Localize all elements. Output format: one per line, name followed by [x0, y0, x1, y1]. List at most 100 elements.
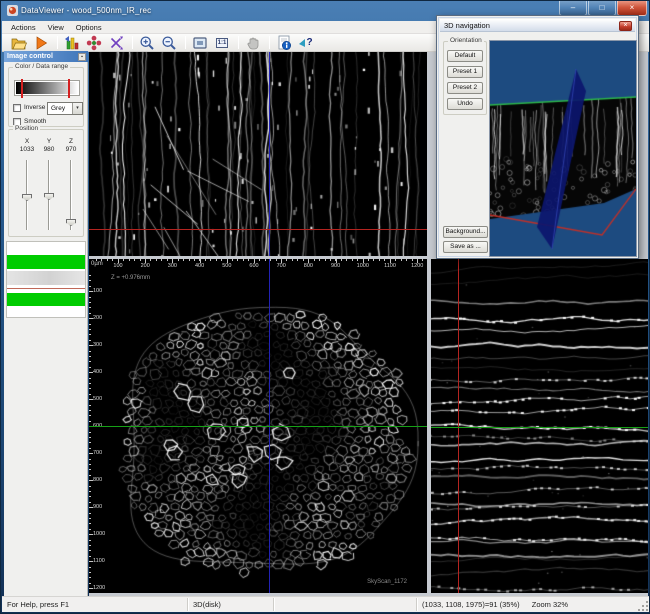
- zoom-in-icon: [139, 35, 155, 51]
- dataset-preview: [6, 241, 86, 318]
- menu-actions[interactable]: Actions: [5, 22, 42, 33]
- panel-menu-icon: ▪: [81, 54, 83, 60]
- preview-highlight-top: [7, 255, 85, 269]
- sagittal-slice-image[interactable]: [89, 52, 427, 256]
- color-range-label: Color / Data range: [13, 63, 70, 70]
- smooth-label: Smooth: [24, 118, 46, 125]
- maximize-icon: □: [600, 3, 605, 12]
- image-control-panel: Image control ▪ Color / Data range Inver…: [4, 51, 88, 596]
- ruler-origin-label: 0µm: [91, 261, 103, 267]
- axis-z-value: 970: [61, 146, 81, 153]
- range-max-marker[interactable]: [68, 79, 70, 98]
- inverse-checkbox[interactable]: [13, 104, 21, 112]
- maximize-button[interactable]: □: [588, 1, 616, 16]
- dataset-info-button[interactable]: [274, 35, 294, 51]
- zoom-out-icon: [161, 35, 177, 51]
- position-label: Position: [13, 125, 40, 132]
- orientation-undo-button[interactable]: Undo: [447, 98, 483, 110]
- axis-x-value: 1033: [17, 146, 37, 153]
- panel-title: Image control: [7, 53, 53, 60]
- open-dataset-icon: [11, 35, 27, 51]
- menu-view[interactable]: View: [42, 22, 70, 33]
- resize-grip[interactable]: [638, 600, 649, 611]
- position-group: Position X Y Z 1033 980 970: [8, 129, 84, 237]
- nav3d-viewport[interactable]: [489, 40, 637, 257]
- window-title: DataViewer - wood_500nm_IR_rec: [21, 6, 151, 15]
- load-images-button[interactable]: [62, 35, 82, 51]
- play-button[interactable]: [31, 35, 51, 51]
- axes-icon: [108, 35, 124, 51]
- orientation-preset1-button[interactable]: Preset 1: [447, 66, 483, 78]
- context-help-button[interactable]: ?: [296, 35, 316, 51]
- status-help: For Help, press F1: [2, 598, 188, 611]
- actual-size-icon: 1:1: [216, 38, 229, 48]
- nav3d-titlebar: 3D navigation ×: [440, 19, 635, 32]
- axis-x-label: X: [17, 138, 37, 145]
- roi-3d-button[interactable]: [84, 35, 104, 51]
- axes-button[interactable]: [106, 35, 126, 51]
- close-icon: ×: [623, 22, 627, 29]
- panel-menu-button[interactable]: ▪: [78, 53, 86, 61]
- actual-size-button[interactable]: 1:1: [212, 35, 232, 51]
- app-window: DataViewer - wood_500nm_IR_rec – □ × Act…: [0, 0, 650, 614]
- slider-y-handle[interactable]: [44, 193, 54, 200]
- crosshair-horizontal-green: [431, 427, 648, 428]
- dataset-info-icon: [276, 35, 292, 51]
- slice-position-label: Z = +0.976mm: [111, 275, 150, 281]
- range-min-marker[interactable]: [21, 79, 23, 98]
- coronal-view[interactable]: [431, 259, 648, 593]
- toolbar-separator: [269, 36, 270, 49]
- axis-y-value: 980: [39, 146, 59, 153]
- slider-z[interactable]: [61, 160, 81, 230]
- palette-value: Grey: [51, 105, 65, 112]
- slider-z-handle[interactable]: [66, 219, 76, 226]
- zoom-out-button[interactable]: [159, 35, 179, 51]
- orientation-label: Orientation: [448, 37, 484, 44]
- pan-hand-icon: [245, 35, 261, 51]
- background-button[interactable]: Background...: [443, 226, 488, 238]
- status-voxel-value: (1033, 1108, 1975)=91 (35%): [422, 600, 520, 609]
- close-button[interactable]: ×: [617, 1, 647, 16]
- status-right: (1033, 1108, 1975)=91 (35%) Zoom 32%: [417, 598, 635, 611]
- toolbar-separator: [238, 36, 239, 49]
- histogram-range-bar: [14, 80, 80, 96]
- status-spacer: [274, 598, 417, 611]
- menu-options[interactable]: Options: [70, 22, 108, 33]
- status-zoom: Zoom 32%: [532, 600, 568, 609]
- slider-y[interactable]: [39, 160, 59, 230]
- pan-button[interactable]: [243, 35, 263, 51]
- zoom-in-button[interactable]: [137, 35, 157, 51]
- scanner-watermark: SkyScan_1172: [367, 579, 407, 585]
- crosshair-vertical-red: [458, 259, 459, 593]
- palette-dropdown[interactable]: Grey ▾: [47, 102, 83, 115]
- crosshair-vertical-blue: [269, 52, 270, 256]
- slider-x[interactable]: [17, 160, 37, 230]
- play-icon: [33, 35, 49, 51]
- toolbar-separator: [132, 36, 133, 49]
- close-icon: ×: [630, 3, 635, 12]
- save-as-button[interactable]: Save as ...: [443, 241, 488, 253]
- chevron-down-icon: ▾: [72, 103, 82, 114]
- statusbar: For Help, press F1 3D(disk) (1033, 1108,…: [2, 596, 650, 612]
- coronal-slice-image[interactable]: [431, 259, 648, 593]
- orientation-preset2-button[interactable]: Preset 2: [447, 82, 483, 94]
- slider-x-handle[interactable]: [22, 194, 32, 201]
- minimize-icon: –: [571, 3, 575, 12]
- minimize-button[interactable]: –: [559, 1, 587, 16]
- fit-to-window-button[interactable]: [190, 35, 210, 51]
- panel-header: Image control ▪: [4, 51, 88, 62]
- load-images-icon: [64, 35, 80, 51]
- crosshair-horizontal-green: [89, 426, 427, 427]
- nav3d-close-button[interactable]: ×: [619, 21, 632, 31]
- orientation-group: Orientation Default Preset 1 Preset 2 Un…: [443, 41, 487, 115]
- fit-to-window-icon: [192, 35, 208, 51]
- transaxial-view[interactable]: 100200300400500600700800900100011001200 …: [89, 259, 427, 593]
- toolbar-separator: [57, 36, 58, 49]
- nav3d-dialog: 3D navigation × Orientation Default Pres…: [436, 15, 639, 259]
- open-dataset-button[interactable]: [9, 35, 29, 51]
- help-question-icon: ?: [306, 38, 312, 48]
- preview-slice-marker: [7, 288, 85, 289]
- sagittal-view[interactable]: [89, 52, 427, 256]
- crosshair-horizontal-red: [89, 229, 427, 230]
- orientation-default-button[interactable]: Default: [447, 50, 483, 62]
